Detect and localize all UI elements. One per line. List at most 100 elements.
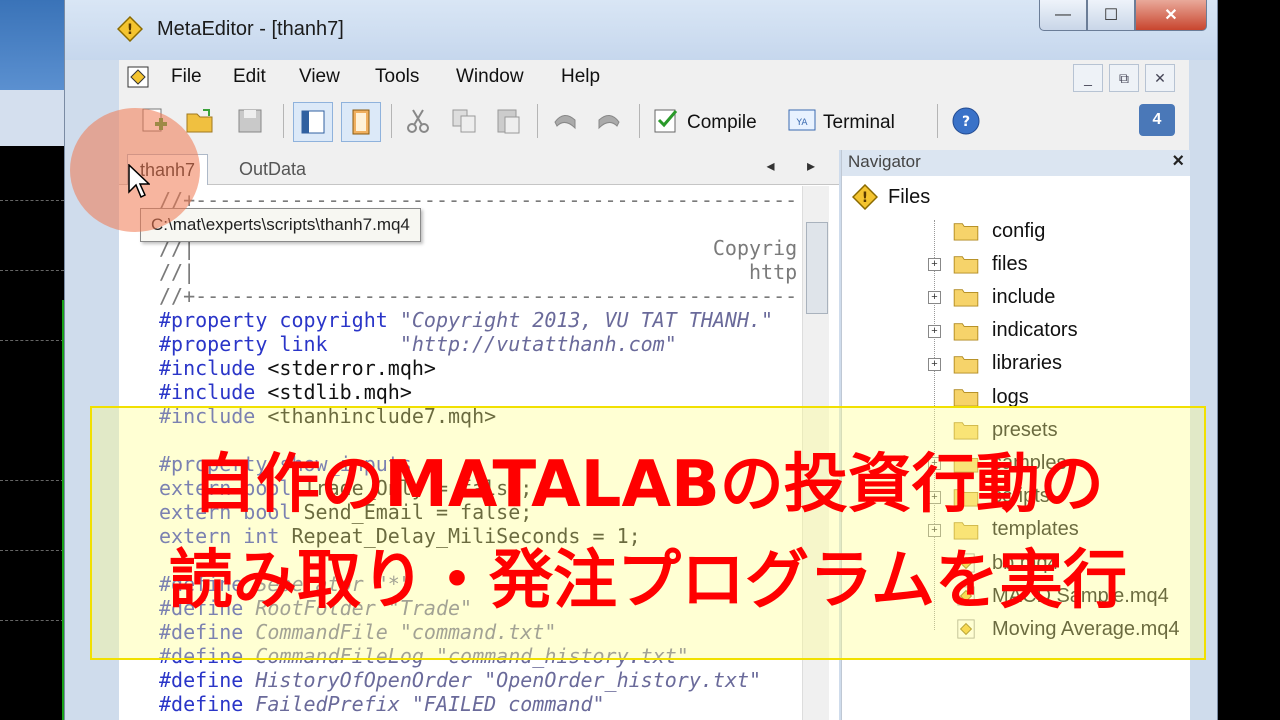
code-line[interactable]: //+-------------------------------------…	[159, 284, 799, 308]
metaeditor-app-icon: !	[117, 16, 143, 42]
chart-gridline	[0, 620, 64, 621]
menu-window[interactable]: Window	[456, 66, 524, 88]
navigator-toggle-button[interactable]	[293, 102, 333, 142]
tree-folder-item[interactable]: config	[952, 216, 1045, 246]
svg-text:YA: YA	[796, 118, 809, 128]
cut-icon[interactable]	[403, 106, 433, 136]
code-line[interactable]: #include <stderror.mqh>	[159, 356, 799, 380]
doc-minimize-button[interactable]: _	[1073, 64, 1103, 92]
toolbar-separator	[391, 104, 392, 138]
tree-root-files[interactable]: ! Files	[852, 182, 930, 212]
tree-folder-item[interactable]: indicators	[952, 316, 1078, 346]
background-chart-left	[0, 0, 64, 720]
tree-item-label: config	[992, 219, 1046, 242]
code-keyword: #include	[159, 356, 256, 380]
folder-icon	[953, 223, 979, 241]
caption-line-1: 自作のMATALABの投資行動の	[192, 448, 1104, 522]
code-keyword: #include	[159, 380, 256, 404]
code-line[interactable]: #property link "http://vutatthanh.com"	[159, 332, 799, 356]
folder-icon	[953, 256, 979, 274]
tree-expand-toggle[interactable]: +	[928, 258, 941, 272]
menu-edit[interactable]: Edit	[233, 66, 266, 88]
navigator-close-button[interactable]: ×	[1172, 150, 1184, 173]
folder-icon	[953, 289, 979, 307]
code-line[interactable]: #define FailedPrefix "FAILED command"	[159, 692, 799, 716]
redo-icon[interactable]	[595, 106, 625, 136]
doc-restore-button[interactable]: ⧉	[1109, 64, 1139, 92]
window-title: MetaEditor - [thanh7]	[157, 18, 344, 40]
open-folder-icon[interactable]	[185, 106, 215, 136]
window-controls: — ☐ ✕	[1039, 0, 1207, 31]
svg-text:?: ?	[962, 114, 970, 130]
terminal-icon[interactable]: YA	[787, 106, 817, 136]
paste-icon[interactable]	[493, 106, 523, 136]
toolbox-toggle-button[interactable]	[341, 102, 381, 142]
toolbar-separator	[937, 104, 938, 138]
title-bar[interactable]: ! MetaEditor - [thanh7] — ☐ ✕	[65, 0, 1217, 60]
code-value: <stderror.mqh>	[255, 356, 436, 380]
code-keyword: #property copyright	[159, 308, 388, 332]
toolbar-separator	[537, 104, 538, 138]
code-keyword: #property link	[159, 332, 328, 356]
menu-tools[interactable]: Tools	[375, 66, 419, 88]
help-icon[interactable]: ?	[951, 106, 981, 136]
chart-gridline	[0, 200, 64, 201]
doc-close-button[interactable]: ✕	[1145, 64, 1175, 92]
tree-expand-toggle[interactable]: +	[928, 357, 941, 371]
code-value: HistoryOfOpenOrder "OpenOrder_history.tx…	[243, 668, 762, 692]
chart-gridline	[0, 480, 64, 481]
tree-expand-toggle[interactable]: +	[928, 324, 941, 338]
svg-text:!: !	[127, 22, 133, 38]
code-value: FailedPrefix "FAILED command"	[243, 692, 605, 716]
tree-folder-item[interactable]: files	[952, 249, 1028, 279]
code-line[interactable]: #property copyright "Copyright 2013, VU …	[159, 308, 799, 332]
tree-folder-item[interactable]: include	[952, 282, 1055, 312]
code-comment: //+-------------------------------------…	[159, 284, 799, 308]
code-keyword: #define	[159, 692, 244, 716]
save-icon[interactable]	[235, 106, 265, 136]
copy-icon[interactable]	[449, 106, 479, 136]
folder-icon	[953, 389, 979, 407]
caption-line-2: 読み取り・発注プログラムを実行	[168, 544, 1128, 618]
chart-gridline	[0, 270, 64, 271]
background-right	[1216, 0, 1280, 720]
code-value: <stdlib.mqh>	[255, 380, 412, 404]
folder-icon	[953, 356, 979, 374]
tab-scroll-arrows[interactable]: ◂ ▸	[766, 156, 829, 176]
navigator-header: Navigator ×	[842, 150, 1190, 176]
tree-item-label: indicators	[992, 319, 1078, 342]
navigator-icon	[301, 110, 325, 134]
code-line[interactable]: //| http://	[159, 260, 799, 284]
scrollbar-thumb[interactable]	[806, 222, 828, 314]
toolbar: Compile YA Terminal ? 4	[119, 94, 1189, 150]
background-toolbar-strip	[0, 90, 64, 146]
tree-item-label: files	[992, 252, 1028, 275]
notifications-badge[interactable]: 4	[1139, 104, 1175, 136]
minimize-button[interactable]: —	[1039, 0, 1087, 31]
menu-file[interactable]: File	[171, 66, 202, 88]
close-button[interactable]: ✕	[1135, 0, 1207, 31]
toolbar-separator	[283, 104, 284, 138]
compile-icon[interactable]	[651, 106, 681, 136]
maximize-button[interactable]: ☐	[1087, 0, 1135, 31]
tree-expand-toggle[interactable]: +	[928, 291, 941, 305]
file-path-tooltip: C:\mat\experts\scripts\thanh7.mq4	[140, 208, 421, 242]
tree-item-label: libraries	[992, 352, 1063, 375]
code-line[interactable]: #include <stdlib.mqh>	[159, 380, 799, 404]
compile-button[interactable]: Compile	[687, 112, 757, 134]
menu-help[interactable]: Help	[561, 66, 600, 88]
terminal-button[interactable]: Terminal	[823, 112, 895, 134]
undo-icon[interactable]	[549, 106, 579, 136]
editor-tab-bar: thanh7 OutData ◂ ▸	[119, 150, 839, 185]
tree-folder-item[interactable]: libraries	[952, 349, 1062, 379]
tab-outdata[interactable]: OutData	[227, 154, 318, 184]
caption-overlay: 自作のMATALABの投資行動の 読み取り・発注プログラムを実行	[90, 406, 1206, 660]
chart-gridline	[0, 550, 64, 551]
menu-view[interactable]: View	[299, 66, 340, 88]
tree-item-label: include	[992, 285, 1056, 308]
code-line[interactable]: #define HistoryOfOpenOrder "OpenOrder_hi…	[159, 668, 799, 692]
code-comment: //| http://	[159, 260, 799, 284]
chart-gridline	[0, 340, 64, 341]
document-icon[interactable]	[127, 66, 149, 88]
files-root-icon: !	[852, 184, 878, 210]
